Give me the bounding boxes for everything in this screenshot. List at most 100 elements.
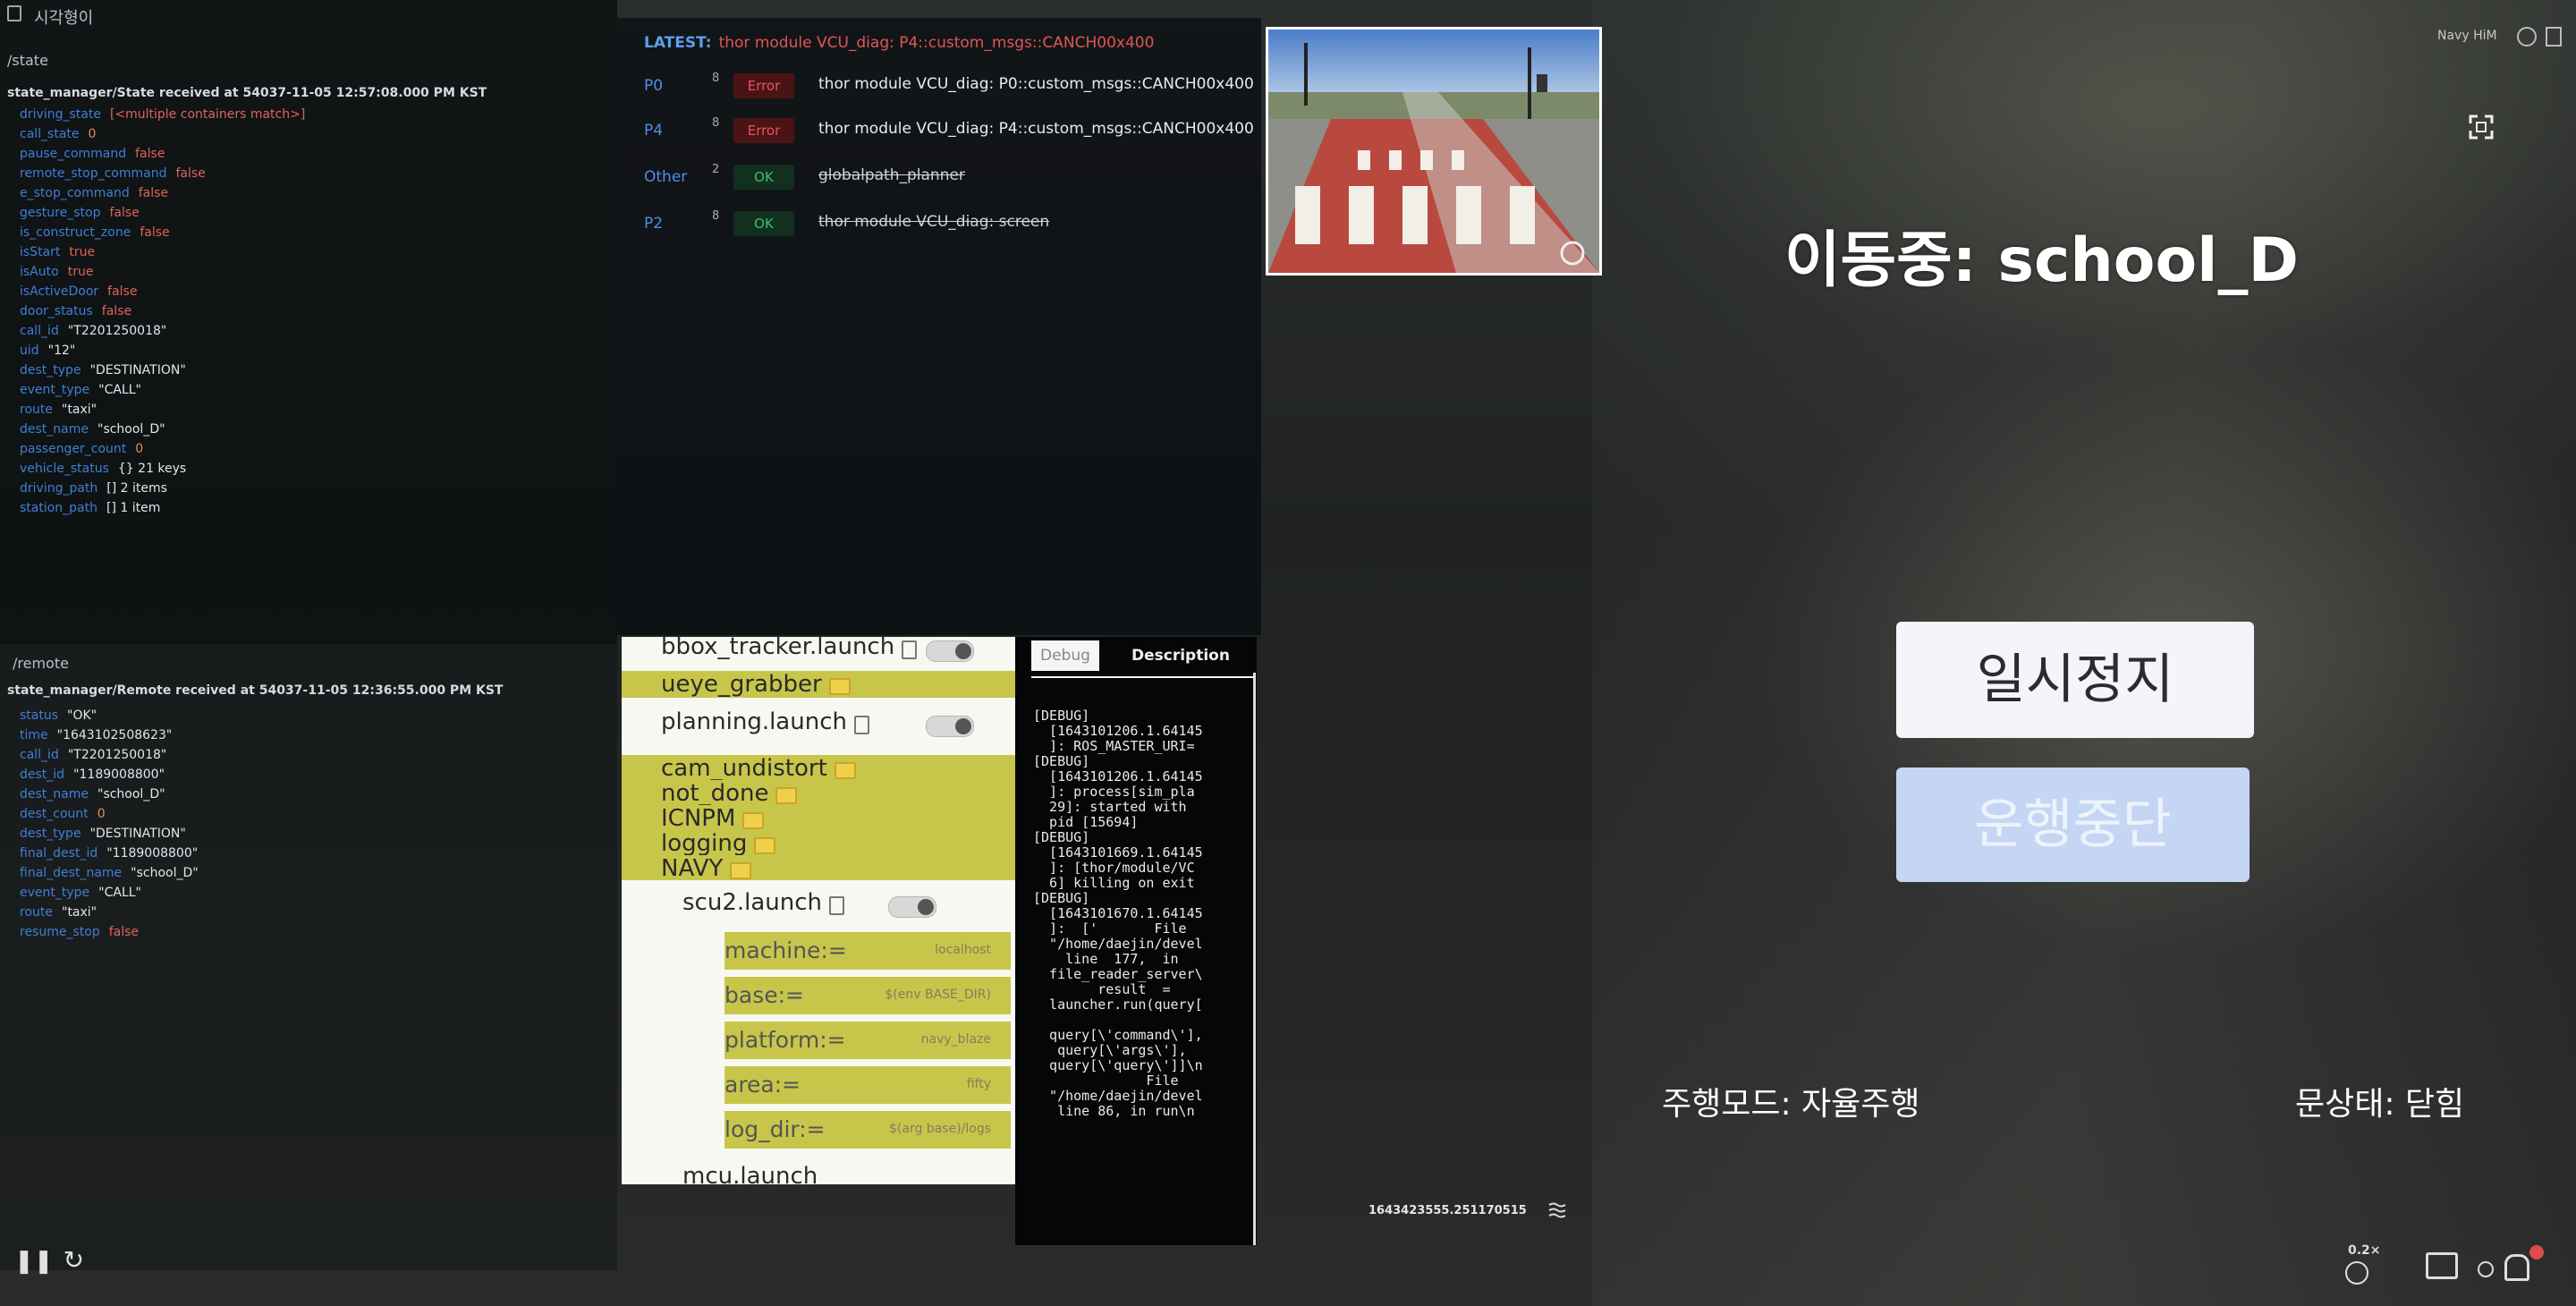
launch-item[interactable]: mcu.launch — [622, 1163, 1015, 1184]
field-row[interactable]: isActiveDoor false — [20, 284, 137, 299]
field-value: false — [175, 166, 206, 181]
field-row[interactable]: call_id "T2201250018" — [20, 748, 166, 762]
field-key: passenger_count — [20, 442, 127, 456]
diagnostic-status-badge: OK — [733, 165, 794, 190]
field-row[interactable]: gesture_stop false — [20, 206, 140, 220]
launch-arg-name: platform:= — [724, 1027, 846, 1053]
field-row[interactable]: driving_path [] 2 items — [20, 481, 167, 496]
field-key: final_dest_name — [20, 866, 123, 880]
field-row[interactable]: uid "12" — [20, 343, 75, 358]
launch-item[interactable]: ueye_grabber — [622, 671, 1015, 698]
field-row[interactable]: dest_count 0 — [20, 807, 106, 821]
field-row[interactable]: pause_command false — [20, 147, 165, 161]
launch-arg-row[interactable]: machine:= localhost — [724, 932, 1011, 970]
launch-item-label: ICNPM — [661, 805, 736, 832]
field-row[interactable]: call_id "T2201250018" — [20, 324, 166, 338]
launch-arg-row[interactable]: area:= fifty — [724, 1066, 1011, 1104]
debug-scrollbar[interactable] — [1253, 673, 1256, 1245]
refresh-icon[interactable]: ↻ — [64, 1245, 84, 1275]
pause-button[interactable]: 일시정지 — [1896, 622, 2254, 738]
field-value: {} 21 keys — [117, 462, 187, 476]
launch-item[interactable]: ICNPM — [622, 805, 1015, 832]
field-row[interactable]: station_path [] 1 item — [20, 501, 160, 515]
field-row[interactable]: isAuto true — [20, 265, 93, 279]
launch-item-label: bbox_tracker.launch — [661, 637, 895, 660]
field-row[interactable]: dest_type "DESTINATION" — [20, 363, 186, 377]
launch-item[interactable]: NAVY — [622, 855, 1015, 882]
field-value: "12" — [47, 343, 76, 358]
copy-icon[interactable] — [2546, 27, 2562, 47]
launch-arg-row[interactable]: platform:= navy_blaze — [724, 1022, 1011, 1059]
remote-topic[interactable]: /remote — [13, 655, 69, 672]
field-row[interactable]: final_dest_id "1189008800" — [20, 846, 198, 861]
launch-item[interactable]: not_done — [622, 780, 1015, 807]
diagnostic-text: thor module VCU_diag: P0::custom_msgs::C… — [818, 75, 1254, 93]
stop-operation-button[interactable]: 운행중단 — [1896, 767, 2250, 882]
launch-toggle[interactable] — [926, 640, 974, 662]
field-row[interactable]: dest_id "1189008800" — [20, 767, 165, 782]
diagnostic-status-badge: OK — [733, 211, 794, 236]
launch-toggle[interactable] — [888, 896, 936, 918]
field-key: event_type — [20, 886, 90, 900]
latest-message: thor module VCU_diag: P4::custom_msgs::C… — [718, 34, 1155, 52]
field-row[interactable]: dest_type "DESTINATION" — [20, 827, 186, 841]
field-row[interactable]: dest_name "school_D" — [20, 787, 165, 801]
field-row[interactable]: driving_state [<multiple containers match… — [20, 107, 305, 122]
field-key: dest_name — [20, 422, 89, 437]
launch-item[interactable]: scu2.launch — [622, 889, 1015, 925]
chat-icon[interactable] — [2426, 1252, 2458, 1279]
field-row[interactable]: remote_stop_command false — [20, 166, 206, 181]
field-row[interactable]: e_stop_command false — [20, 186, 168, 200]
field-row[interactable]: event_type "CALL" — [20, 886, 141, 900]
field-row[interactable]: call_state 0 — [20, 127, 96, 141]
hamburger-icon[interactable] — [1547, 1200, 1567, 1220]
field-row[interactable]: isStart true — [20, 245, 95, 259]
pause-icon[interactable]: ❚❚ — [14, 1248, 54, 1275]
launch-item[interactable]: logging — [622, 830, 1015, 857]
field-value: false — [140, 225, 170, 240]
status-title: 이동중: school_D — [1784, 225, 2299, 296]
field-row[interactable]: route "taxi" — [20, 905, 97, 920]
field-value: false — [135, 147, 165, 161]
tab-description[interactable]: Description — [1123, 640, 1239, 671]
diagnostic-row[interactable]: P2 8 OK thor module VCU_diag: screen — [644, 208, 1252, 240]
field-row[interactable]: door_status false — [20, 304, 131, 318]
top-right-label: Navy HiM — [2437, 29, 2497, 43]
launch-arg-name: log_dir:= — [724, 1116, 826, 1142]
field-row[interactable]: time "1643102508623" — [20, 728, 172, 742]
field-row[interactable]: passenger_count 0 — [20, 442, 143, 456]
bell-icon[interactable] — [2504, 1254, 2529, 1281]
field-row[interactable]: dest_name "school_D" — [20, 422, 165, 437]
latest-diagnostic: LATEST: thor module VCU_diag: P4::custom_… — [644, 34, 1154, 52]
gear-icon[interactable] — [2517, 27, 2537, 47]
diagnostic-row[interactable]: P0 8 Error thor module VCU_diag: P0::custom… — [644, 70, 1254, 102]
field-row[interactable]: final_dest_name "school_D" — [20, 866, 199, 880]
diagnostic-row[interactable]: Other 2 OK globalpath_planner — [644, 161, 1252, 193]
launch-arg-row[interactable]: base:= $(env BASE_DIR) — [724, 977, 1011, 1014]
field-value: "1189008800" — [73, 767, 165, 782]
field-row[interactable]: resume_stop false — [20, 925, 139, 939]
field-key: event_type — [20, 383, 90, 397]
launch-arg-value: fifty — [966, 1077, 991, 1091]
state-topic[interactable]: /state — [7, 52, 48, 69]
field-row[interactable]: route "taxi" — [20, 403, 97, 417]
field-row[interactable]: status "OK" — [20, 708, 97, 723]
launch-toggle[interactable] — [926, 716, 974, 737]
diagnostic-text: thor module VCU_diag: P4::custom_msgs::C… — [818, 120, 1254, 138]
launch-item[interactable]: cam_undistort — [622, 755, 1015, 782]
field-row[interactable]: vehicle_status {} 21 keys — [20, 462, 186, 476]
launch-item[interactable]: bbox_tracker.launch — [622, 637, 1015, 664]
tab-debug[interactable]: Debug — [1031, 640, 1099, 671]
launch-item[interactable]: planning.launch — [622, 708, 1015, 744]
launch-arg-row[interactable]: log_dir:= $(arg base)/logs — [724, 1111, 1011, 1149]
field-row[interactable]: event_type "CALL" — [20, 383, 141, 397]
fullscreen-icon[interactable] — [2469, 114, 2494, 140]
field-key: dest_name — [20, 787, 89, 801]
field-row[interactable]: is_construct_zone false — [20, 225, 170, 240]
zoom-icon[interactable] — [2345, 1261, 2368, 1285]
field-key: call_id — [20, 748, 59, 762]
launch-item-label: logging — [661, 830, 748, 857]
dot-icon[interactable] — [2478, 1261, 2494, 1277]
field-value: 0 — [135, 442, 144, 456]
diagnostic-row[interactable]: P4 8 Error thor module VCU_diag: P4::custom… — [644, 114, 1254, 147]
